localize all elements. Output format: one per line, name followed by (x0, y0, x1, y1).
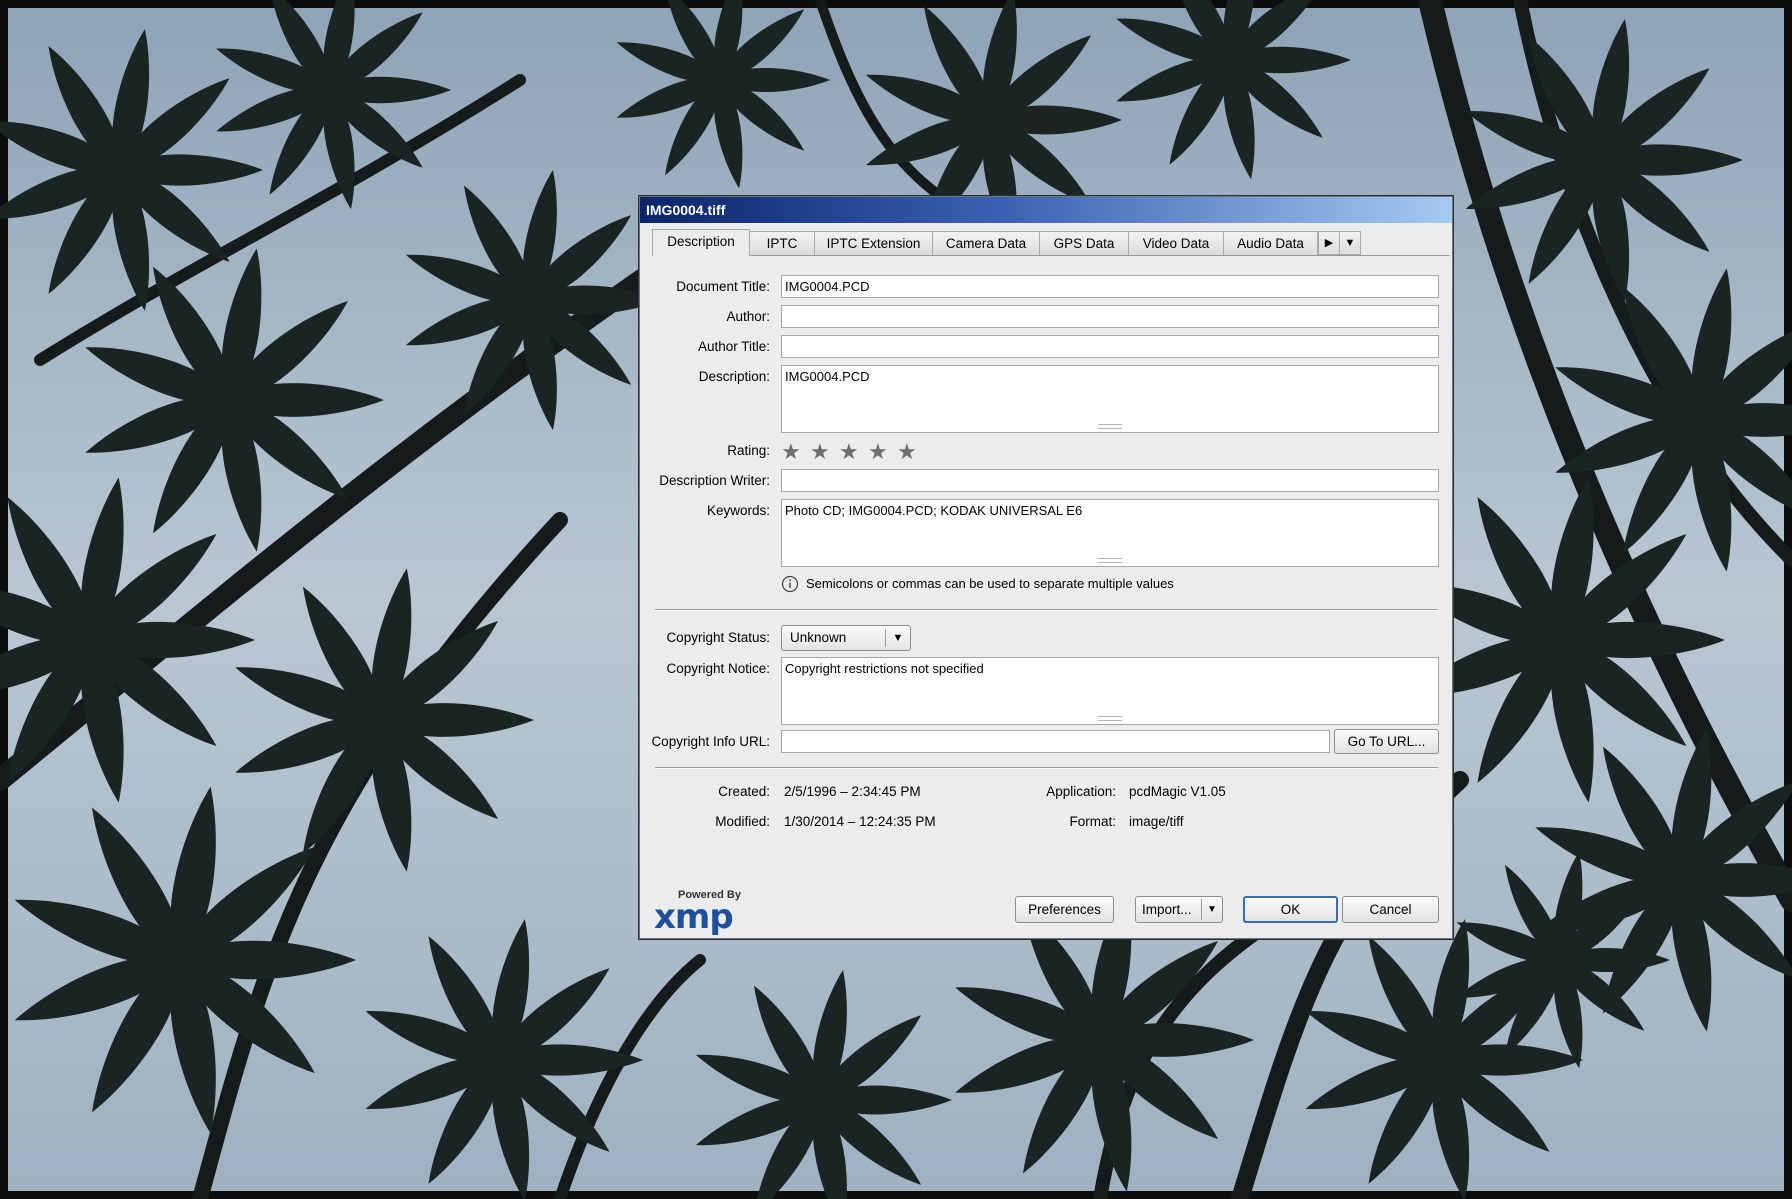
author-title-field[interactable] (781, 335, 1439, 358)
dropdown-arrow-icon: ▼ (885, 629, 910, 647)
author-label: Author: (726, 309, 770, 324)
tab-audio-data[interactable]: Audio Data (1223, 231, 1318, 255)
keywords-field[interactable]: Photo CD; IMG0004.PCD; KODAK UNIVERSAL E… (781, 499, 1439, 567)
resize-grip-icon[interactable] (1098, 424, 1122, 429)
star-icon[interactable]: ★ (810, 441, 834, 463)
application-label: Application: (1046, 784, 1116, 799)
modified-value: 1/30/2014 – 12:24:35 PM (784, 814, 936, 829)
copyright-notice-label: Copyright Notice: (666, 661, 770, 676)
format-value: image/tiff (1129, 814, 1184, 829)
tab-scroll-right-icon[interactable]: ▶ (1318, 231, 1340, 255)
tab-description[interactable]: Description (652, 229, 750, 256)
info-icon (781, 575, 799, 593)
modified-label: Modified: (715, 814, 770, 829)
keywords-label: Keywords: (706, 503, 770, 518)
tab-camera-data[interactable]: Camera Data (932, 231, 1040, 255)
copyright-status-value: Unknown (790, 630, 847, 645)
star-icon[interactable]: ★ (897, 441, 921, 463)
author-title-label: Author Title: (697, 339, 770, 354)
dropdown-arrow-icon[interactable]: ▼ (1201, 899, 1222, 920)
description-writer-field[interactable] (781, 469, 1439, 492)
document-title-label: Document Title: (676, 279, 770, 294)
copyright-notice-field[interactable]: Copyright restrictions not specified (781, 657, 1439, 725)
keywords-text: Photo CD; IMG0004.PCD; KODAK UNIVERSAL E… (785, 503, 1083, 518)
tab-iptc-extension[interactable]: IPTC Extension (814, 231, 933, 255)
copyright-status-label: Copyright Status: (666, 630, 770, 645)
created-label: Created: (718, 784, 770, 799)
star-icon[interactable]: ★ (781, 441, 805, 463)
cancel-button[interactable]: Cancel (1342, 896, 1439, 923)
tab-iptc[interactable]: IPTC (749, 231, 815, 255)
copyright-url-label: Copyright Info URL: (651, 734, 770, 749)
dialog-title-bar[interactable]: IMG0004.tiff (640, 197, 1452, 223)
import-button-label: Import... (1142, 902, 1192, 917)
separator-hint-text: Semicolons or commas can be used to sepa… (806, 576, 1174, 591)
section-divider (655, 609, 1438, 611)
format-label: Format: (1069, 814, 1116, 829)
star-icon[interactable]: ★ (839, 441, 863, 463)
rating-label: Rating: (727, 443, 770, 458)
description-label: Description: (698, 369, 770, 384)
resize-grip-icon[interactable] (1098, 716, 1122, 721)
file-info-dialog: IMG0004.tiff Description IPTC IPTC Exten… (639, 196, 1453, 939)
description-field[interactable]: IMG0004.PCD (781, 365, 1439, 433)
ok-button[interactable]: OK (1243, 896, 1338, 923)
copyright-notice-text: Copyright restrictions not specified (785, 661, 984, 676)
star-icon[interactable]: ★ (868, 441, 892, 463)
created-value: 2/5/1996 – 2:34:45 PM (784, 784, 921, 799)
tab-menu-icon[interactable]: ▼ (1339, 231, 1361, 255)
copyright-status-select[interactable]: Unknown ▼ (781, 625, 911, 651)
xmp-logo: Powered By xmp (654, 889, 764, 937)
tab-bar: Description IPTC IPTC Extension Camera D… (652, 229, 1450, 256)
dialog-title: IMG0004.tiff (646, 202, 726, 218)
description-text: IMG0004.PCD (785, 369, 870, 384)
xmp-wordmark: xmp (654, 897, 734, 937)
description-writer-label: Description Writer: (659, 473, 770, 488)
go-to-url-button[interactable]: Go To URL... (1334, 729, 1439, 754)
resize-grip-icon[interactable] (1098, 558, 1122, 563)
application-value: pcdMagic V1.05 (1129, 784, 1226, 799)
preferences-button[interactable]: Preferences (1015, 896, 1114, 923)
document-title-field[interactable]: IMG0004.PCD (781, 275, 1439, 298)
tab-gps-data[interactable]: GPS Data (1039, 231, 1129, 255)
author-field[interactable] (781, 305, 1439, 328)
import-button[interactable]: Import... ▼ (1135, 896, 1223, 923)
copyright-url-field[interactable] (781, 730, 1330, 753)
tab-video-data[interactable]: Video Data (1128, 231, 1224, 255)
section-divider (655, 767, 1438, 769)
